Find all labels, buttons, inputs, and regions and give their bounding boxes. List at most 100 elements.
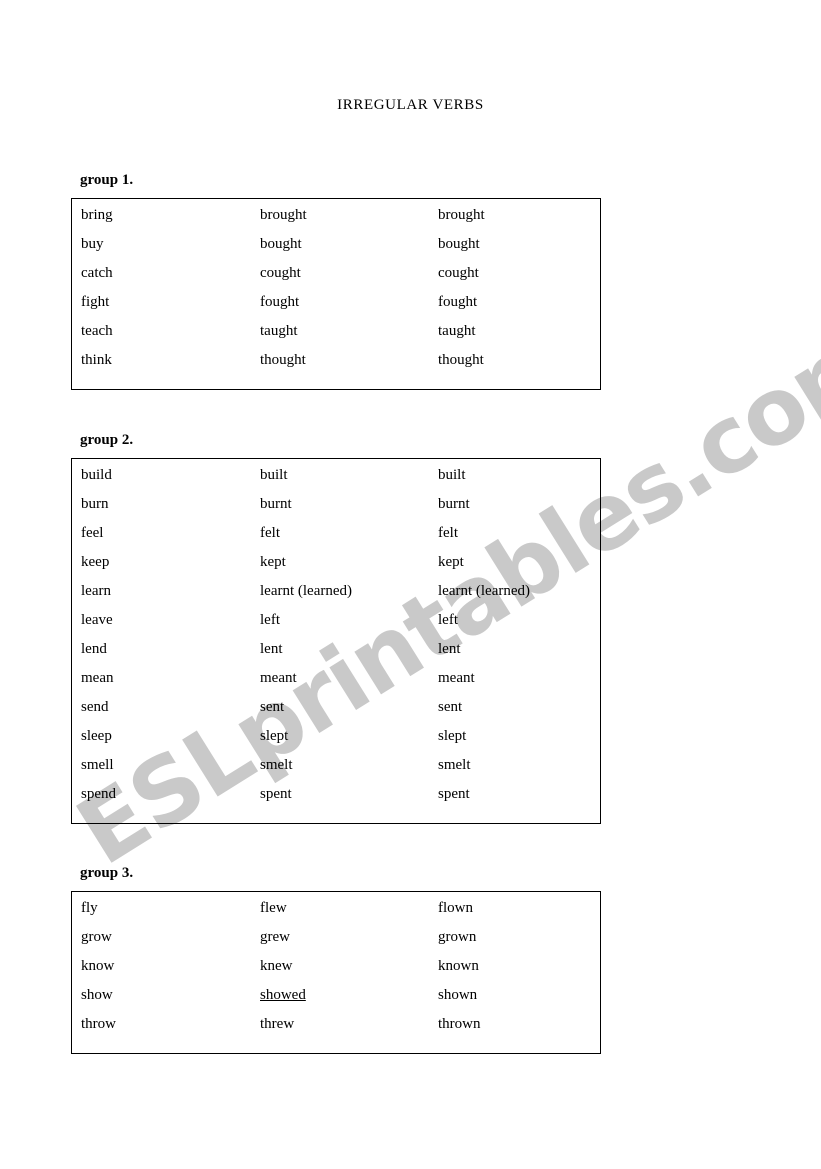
verb-base-form: smell [81, 757, 114, 773]
table-row: smell smelt smelt [72, 751, 601, 780]
group-3-heading: group 3. [80, 865, 134, 881]
verb-past-simple: slept [260, 728, 289, 744]
verb-past-participle: thrown [438, 1016, 481, 1032]
verb-past-simple: cought [260, 265, 301, 281]
table-row: sleep slept slept [72, 722, 601, 751]
table-row: show showed shown [72, 981, 601, 1010]
verb-past-simple: taught [260, 323, 298, 339]
table-row: learn learnt (learned) learnt (learned) [72, 577, 601, 606]
verb-past-participle: burnt [438, 496, 470, 512]
verb-base-form: burn [81, 496, 109, 512]
verb-past-simple: brought [260, 207, 307, 223]
table-row: bring brought brought [72, 199, 601, 231]
verb-past-participle: sent [438, 699, 463, 715]
table-row: think thought thought [72, 346, 601, 390]
verb-base-form: spend [81, 786, 116, 802]
verb-base-form: fight [81, 294, 110, 310]
verb-past-simple: smelt [260, 757, 293, 773]
verb-past-participle: lent [438, 641, 461, 657]
verb-past-participle: shown [438, 987, 478, 1003]
table-row: send sent sent [72, 693, 601, 722]
verb-base-form: teach [81, 323, 113, 339]
verb-base-form: show [81, 987, 113, 1003]
verb-base-form: build [81, 467, 112, 483]
verb-past-participle: spent [438, 786, 470, 802]
verb-past-participle: bought [438, 236, 480, 252]
verb-base-form: know [81, 958, 115, 974]
verb-past-simple: felt [260, 525, 280, 541]
verb-group-3: group 3. fly flew flown grow grew grown know kn… [71, 865, 601, 1054]
verb-base-form: leave [81, 612, 113, 628]
table-row: grow grew grown [72, 923, 601, 952]
verb-past-simple: grew [260, 929, 290, 945]
verb-past-simple: knew [260, 958, 293, 974]
table-row: throw threw thrown [72, 1010, 601, 1054]
verb-past-simple: left [260, 612, 280, 628]
verb-base-form: throw [81, 1016, 116, 1032]
table-row: keep kept kept [72, 548, 601, 577]
table-row: burn burnt burnt [72, 490, 601, 519]
table-row: know knew known [72, 952, 601, 981]
table-row: spend spent spent [72, 780, 601, 824]
table-row: teach taught taught [72, 317, 601, 346]
verb-past-simple: sent [260, 699, 285, 715]
verb-past-simple: showed [260, 987, 306, 1003]
verb-past-participle: brought [438, 207, 485, 223]
verb-base-form: feel [81, 525, 104, 541]
verb-past-participle: taught [438, 323, 476, 339]
group-1-heading: group 1. [80, 172, 134, 188]
verb-past-participle: known [438, 958, 479, 974]
verb-table-group-3: fly flew flown grow grew grown know knew known sh… [71, 891, 601, 1054]
table-row: catch cought cought [72, 259, 601, 288]
verb-past-simple: spent [260, 786, 292, 802]
verb-base-form: fly [81, 900, 98, 916]
page-title: IRREGULAR VERBS [337, 97, 484, 113]
verb-past-simple: thought [260, 352, 306, 368]
verb-past-simple: kept [260, 554, 286, 570]
verb-past-participle: thought [438, 352, 484, 368]
verb-past-participle: learnt (learned) [438, 583, 531, 599]
verb-past-simple: learnt (learned) [260, 583, 353, 599]
verb-base-form: learn [81, 583, 111, 599]
verb-table-group-2: build built built burn burnt burnt feel felt fel… [71, 458, 601, 824]
verb-past-simple: burnt [260, 496, 292, 512]
table-row: feel felt felt [72, 519, 601, 548]
verb-base-form: send [81, 699, 109, 715]
verb-past-simple: bought [260, 236, 302, 252]
verb-past-simple: threw [260, 1016, 295, 1032]
worksheet-page: ESLprintables.com IRREGULAR VERBS group … [0, 0, 821, 1169]
table-row: lend lent lent [72, 635, 601, 664]
verb-base-form: catch [81, 265, 113, 281]
verb-base-form: sleep [81, 728, 112, 744]
table-row: mean meant meant [72, 664, 601, 693]
verb-past-participle: smelt [438, 757, 471, 773]
verb-table-group-1: bring brought brought buy bought bought catch c… [71, 198, 601, 390]
verb-base-form: grow [81, 929, 112, 945]
table-row: build built built [72, 459, 601, 491]
verb-past-simple: flew [260, 900, 287, 916]
table-row: fight fought fought [72, 288, 601, 317]
verb-base-form: buy [81, 236, 104, 252]
group-2-heading: group 2. [80, 432, 134, 448]
verb-past-simple: fought [260, 294, 300, 310]
verb-past-participle: grown [438, 929, 477, 945]
verb-past-participle: left [438, 612, 458, 628]
verb-group-2: group 2. build built built burn burnt burnt fe… [71, 432, 601, 824]
verb-past-simple: meant [260, 670, 297, 686]
verb-base-form: bring [81, 207, 113, 223]
table-row: leave left left [72, 606, 601, 635]
verb-past-participle: fought [438, 294, 478, 310]
verb-past-simple: lent [260, 641, 283, 657]
verb-past-simple: built [260, 467, 288, 483]
verb-base-form: lend [81, 641, 107, 657]
verb-base-form: mean [81, 670, 114, 686]
verb-past-participle: flown [438, 900, 473, 916]
table-row: buy bought bought [72, 230, 601, 259]
verb-past-participle: felt [438, 525, 458, 541]
verb-group-1: group 1. bring brought brought buy bought bou… [71, 172, 601, 390]
table-row: fly flew flown [72, 892, 601, 924]
verb-base-form: think [81, 352, 112, 368]
verb-past-participle: kept [438, 554, 464, 570]
verb-past-participle: cought [438, 265, 479, 281]
verb-past-participle: meant [438, 670, 475, 686]
